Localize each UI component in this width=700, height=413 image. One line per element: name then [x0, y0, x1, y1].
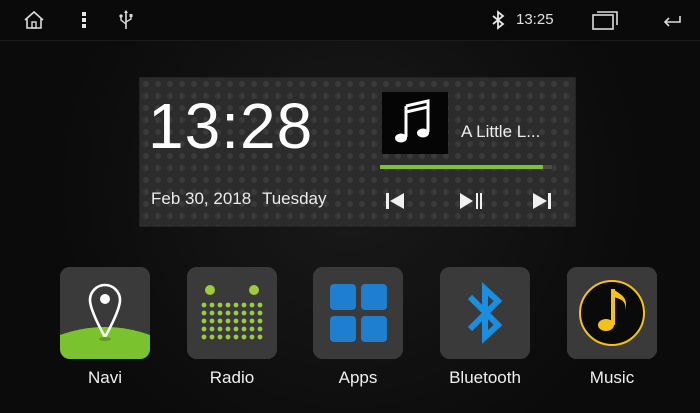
- album-art[interactable]: [382, 92, 448, 154]
- radio-dots-icon: [187, 267, 277, 359]
- grid-icon: [313, 267, 403, 359]
- back-icon[interactable]: [660, 8, 684, 32]
- more-vertical-icon[interactable]: [72, 8, 96, 32]
- progress-fill: [380, 165, 544, 169]
- music-note-icon: [567, 267, 657, 359]
- app-bluetooth-button[interactable]: [440, 267, 530, 359]
- app-label-navi: Navi: [87, 368, 122, 387]
- weekday-text: Tuesday: [261, 189, 327, 208]
- map-pin-icon: [60, 267, 150, 359]
- playback-progress[interactable]: [380, 165, 552, 169]
- next-icon[interactable]: [529, 190, 557, 212]
- home-screen: 13:25 13:28 Feb 30, 2018 Tuesday A Littl…: [0, 0, 700, 413]
- app-label-radio: Radio: [209, 368, 255, 387]
- home-icon[interactable]: [22, 8, 46, 32]
- status-bar: 13:25: [0, 0, 700, 41]
- song-title[interactable]: A Little L...: [461, 122, 540, 142]
- bluetooth-icon: [440, 267, 530, 359]
- app-apps-button[interactable]: [313, 267, 403, 359]
- previous-icon[interactable]: [382, 190, 410, 212]
- recent-apps-icon[interactable]: [590, 8, 620, 32]
- app-music-button[interactable]: [567, 267, 657, 359]
- app-radio-button[interactable]: [187, 267, 277, 359]
- play-pause-icon[interactable]: [456, 190, 484, 212]
- app-label-bluetooth: Bluetooth: [449, 368, 521, 387]
- music-note-icon: [395, 99, 430, 143]
- clock-time[interactable]: 13:28: [148, 90, 313, 162]
- date-line: Feb 30, 2018 Tuesday: [151, 189, 327, 209]
- bluetooth-icon: [492, 10, 505, 30]
- app-navi-button[interactable]: [60, 267, 150, 359]
- app-label-apps: Apps: [338, 368, 378, 387]
- status-time: 13:25: [516, 11, 554, 28]
- app-label-music: Music: [589, 368, 635, 387]
- date-text: Feb 30, 2018: [151, 189, 252, 208]
- usb-icon: [119, 10, 133, 29]
